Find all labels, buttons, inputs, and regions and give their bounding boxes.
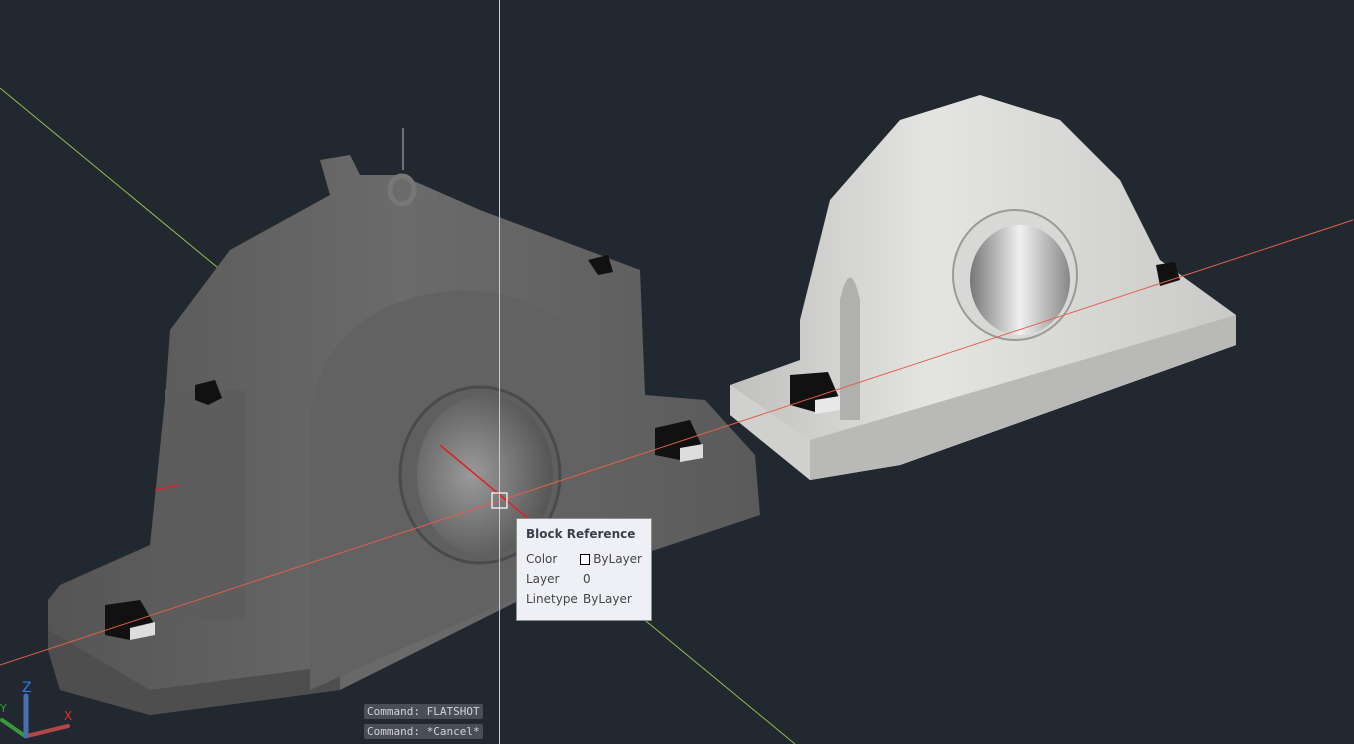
tooltip-value: 0: [583, 572, 591, 586]
tooltip-value: ByLayer: [593, 552, 642, 566]
pillow-block-bearing-left[interactable]: [48, 155, 760, 715]
ucs-z-label: Z: [22, 680, 32, 696]
command-history-line: Command: *Cancel*: [364, 724, 483, 739]
block-reference-tooltip: Block Reference Color ByLayer Layer 0 Li…: [516, 518, 652, 621]
tooltip-value: ByLayer: [583, 592, 632, 606]
pillow-block-bearing-right[interactable]: [730, 95, 1236, 480]
ucs-icon[interactable]: Z Y X: [0, 676, 80, 744]
model-viewport[interactable]: [0, 0, 1354, 744]
command-history-line: Command: FLATSHOT: [364, 704, 483, 719]
tooltip-row-color: Color ByLayer: [526, 549, 642, 569]
tooltip-label: Color: [526, 552, 558, 566]
tooltip-row-layer: Layer 0: [526, 569, 642, 589]
tooltip-title: Block Reference: [526, 527, 636, 541]
color-swatch-icon: [579, 553, 591, 565]
ucs-x-label: X: [64, 709, 72, 723]
tooltip-label: Linetype: [526, 592, 578, 606]
ucs-y-label: Y: [0, 702, 7, 715]
tooltip-row-linetype: Linetype ByLayer: [526, 589, 642, 609]
tooltip-label: Layer: [526, 572, 560, 586]
